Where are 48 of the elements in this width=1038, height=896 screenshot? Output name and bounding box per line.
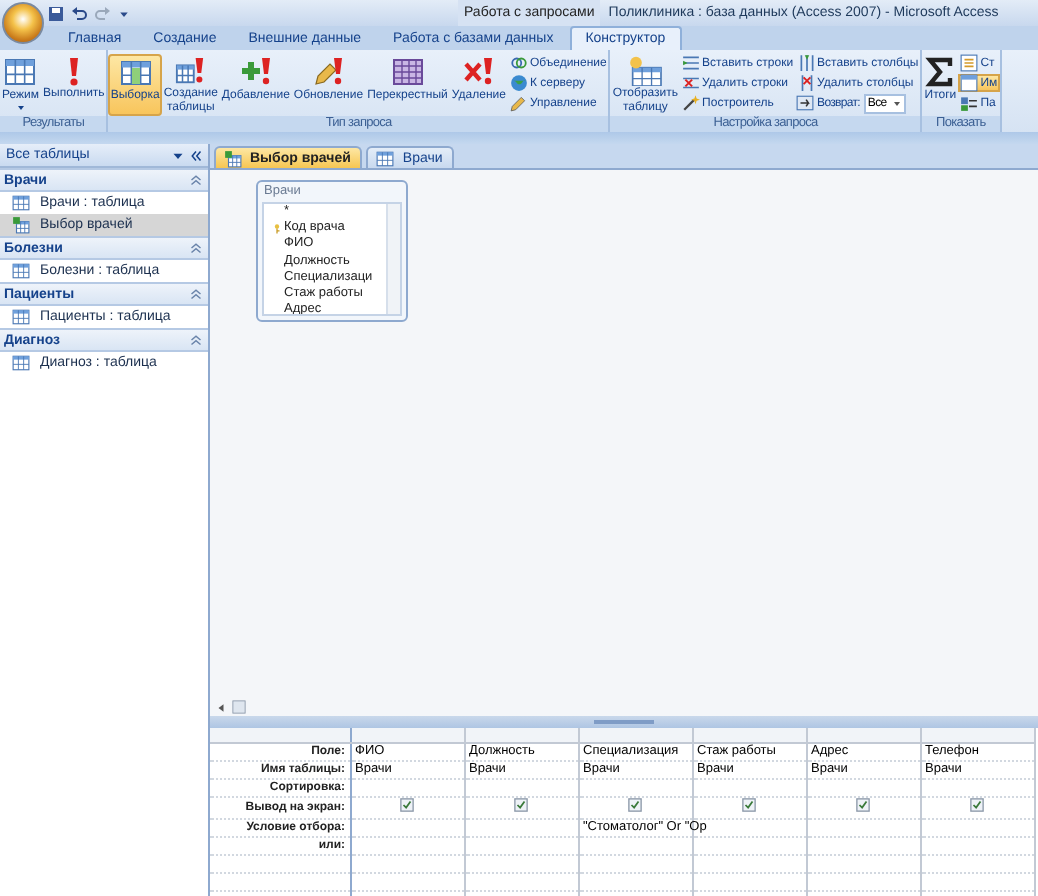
vertical-scrollbar[interactable] — [386, 204, 400, 314]
rings-icon — [509, 54, 528, 72]
wand-icon — [682, 94, 701, 112]
exclamation-icon — [67, 56, 80, 86]
table-exclamation-icon — [174, 56, 207, 86]
plus-exclamation-icon — [239, 56, 272, 88]
delete-row-icon — [682, 74, 701, 92]
cross-exclamation-icon — [462, 56, 495, 88]
table-icon — [10, 308, 32, 326]
checkbox[interactable] — [970, 798, 984, 812]
dropdown-icon — [891, 99, 902, 107]
collapse-icon — [190, 242, 202, 254]
checkbox[interactable] — [628, 798, 642, 812]
scroll-box-icon — [230, 700, 248, 714]
checkbox[interactable] — [514, 798, 528, 812]
collapse-pane-icon — [190, 149, 202, 161]
checkbox[interactable] — [742, 798, 756, 812]
table-icon — [119, 56, 152, 88]
properties-icon — [960, 94, 979, 112]
collapse-icon — [190, 334, 202, 346]
collapse-icon — [190, 174, 202, 186]
table-icon — [374, 149, 397, 167]
list-icon — [960, 54, 979, 72]
query-icon — [10, 216, 32, 234]
pencil-icon — [509, 94, 528, 112]
checkbox[interactable] — [856, 798, 870, 812]
table-icon — [10, 262, 32, 280]
save-icon — [48, 5, 64, 21]
checkbox[interactable] — [400, 798, 414, 812]
redo-icon — [94, 5, 112, 21]
scroll-left-icon — [216, 701, 226, 713]
undo-icon — [70, 5, 88, 21]
return-icon — [795, 94, 814, 112]
table-icon — [10, 354, 32, 372]
sheet-icon — [960, 74, 979, 92]
table-icon — [10, 194, 32, 212]
pencil-exclamation-icon — [312, 56, 345, 88]
office-button[interactable] — [2, 2, 44, 44]
grid-icon — [391, 56, 424, 88]
delete-column-icon — [797, 74, 816, 92]
dropdown-icon — [172, 149, 184, 161]
insert-row-icon — [682, 54, 701, 72]
sigma-icon — [924, 56, 957, 88]
globe-icon — [509, 74, 528, 92]
datasheet-icon — [4, 56, 37, 88]
insert-column-icon — [797, 54, 816, 72]
key-icon — [271, 221, 281, 236]
collapse-icon — [190, 288, 202, 300]
